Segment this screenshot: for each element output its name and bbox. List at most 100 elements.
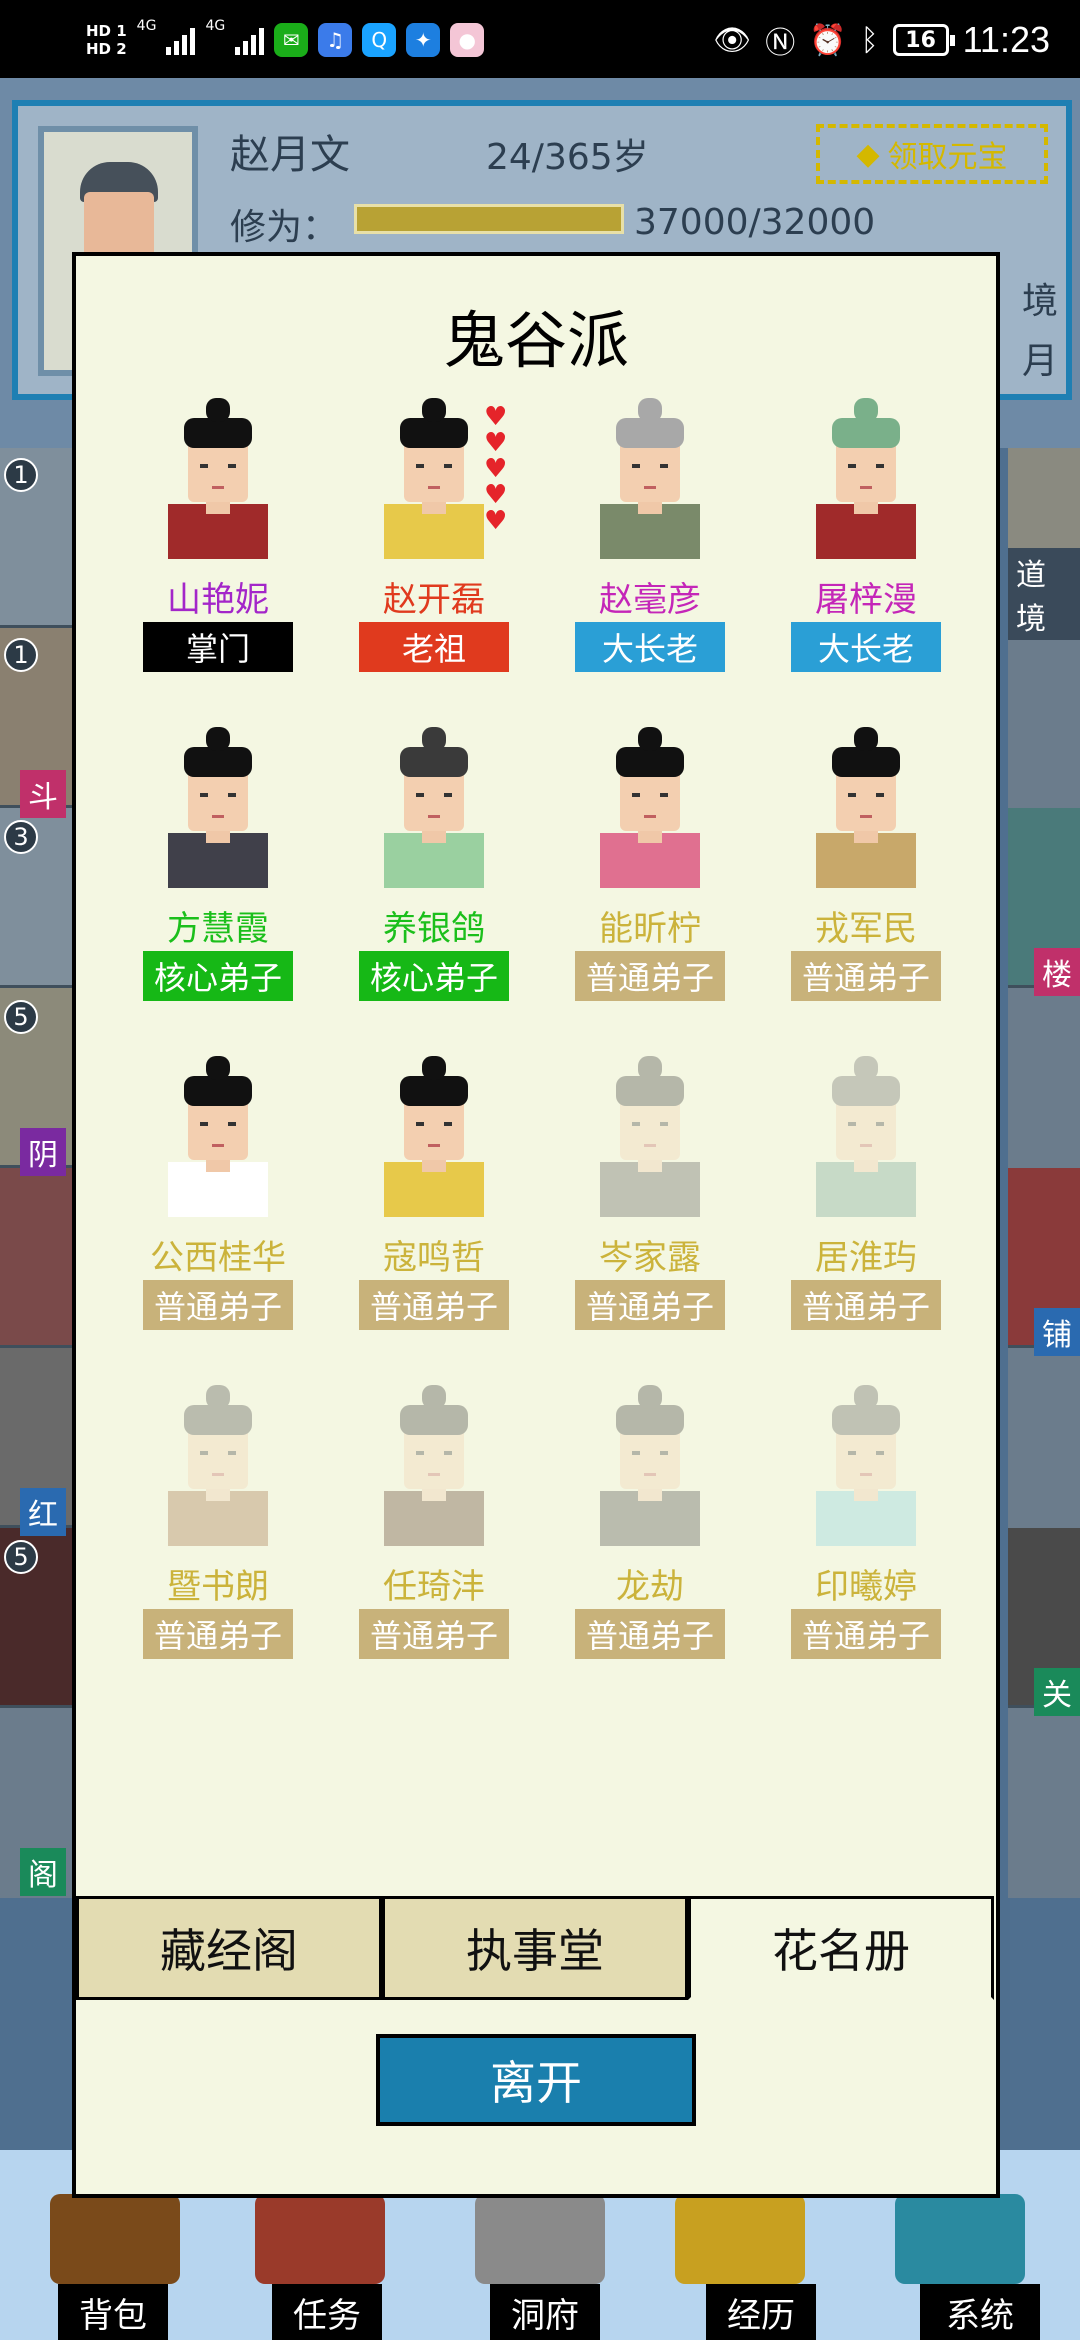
portrait-hair [184, 418, 252, 448]
member-card[interactable]: 赵毫彦 大长老 [560, 394, 740, 694]
portrait-hair [832, 1076, 900, 1106]
portrait-mouth [860, 1144, 872, 1147]
member-portrait [816, 1056, 916, 1217]
member-rank-badge: 大长老 [791, 622, 941, 672]
portrait-eye [200, 1451, 208, 1455]
portrait-eye [416, 1122, 424, 1126]
member-card[interactable]: 居淮玙 普通弟子 [776, 1052, 956, 1352]
portrait-hair [184, 1405, 252, 1435]
dialog-title: 鬼谷派 [442, 304, 629, 377]
portrait-hair [832, 747, 900, 777]
realm-fragment: 境 [1021, 281, 1058, 322]
bg-label: 阁 [20, 1848, 66, 1896]
bg-label: 斗 [20, 770, 66, 818]
member-rank-badge: 掌门 [143, 622, 293, 672]
member-rank-badge: 老祖 [359, 622, 509, 672]
bg-label: 关 [1034, 1668, 1080, 1716]
member-name: 公西桂华 [150, 1238, 286, 1278]
portrait-topknot [422, 398, 446, 422]
portrait-topknot [422, 1385, 446, 1409]
member-card[interactable]: 寇鸣哲 普通弟子 [344, 1052, 524, 1352]
member-card[interactable]: 龙劫 普通弟子 [560, 1381, 740, 1681]
portrait-topknot [638, 727, 662, 751]
member-card[interactable]: 屠梓漫 大长老 [776, 394, 956, 694]
nav-tasks[interactable]: 任务 [272, 2284, 382, 2340]
nav-history[interactable]: 经历 [706, 2284, 816, 2340]
portrait-eye [416, 793, 424, 797]
member-card[interactable]: 印曦婷 普通弟子 [776, 1381, 956, 1681]
portrait-hair [400, 1405, 468, 1435]
backpack-icon [50, 2194, 180, 2284]
eye-icon: 👁 [713, 22, 752, 58]
network-type-2: 4G [205, 18, 226, 34]
leave-button[interactable]: 离开 [376, 2034, 696, 2126]
member-card[interactable]: 任琦沣 普通弟子 [344, 1381, 524, 1681]
portrait-topknot [206, 1385, 230, 1409]
portrait-eye [228, 464, 236, 468]
member-rank-badge: 核心弟子 [359, 951, 509, 1001]
member-rank-badge: 普通弟子 [359, 1280, 509, 1330]
member-portrait [816, 1385, 916, 1546]
member-name: 赵毫彦 [599, 580, 701, 620]
heart-icon: ♥ [484, 480, 508, 510]
portrait-hair [616, 1076, 684, 1106]
tab-roster[interactable]: 花名册 [688, 1896, 994, 2000]
portrait-hair [832, 418, 900, 448]
battery-icon: 16 [892, 24, 955, 56]
portrait-hair [400, 747, 468, 777]
member-portrait [600, 1056, 700, 1217]
portrait-eye [660, 464, 668, 468]
member-portrait [168, 398, 268, 559]
bg-label: 红 [20, 1488, 66, 1536]
member-name: 能昕柠 [599, 909, 701, 949]
member-name: 岑家露 [599, 1238, 701, 1278]
nav-cave[interactable]: 洞府 [490, 2284, 600, 2340]
portrait-mouth [644, 486, 656, 489]
heart-icon: ♥ [484, 402, 508, 432]
portrait-topknot [638, 1056, 662, 1080]
bg-number: 5 [4, 1540, 38, 1574]
bg-number: 5 [4, 1000, 38, 1034]
member-card[interactable]: 能昕柠 普通弟子 [560, 723, 740, 1023]
member-card[interactable]: 戎军民 普通弟子 [776, 723, 956, 1023]
portrait-eye [632, 793, 640, 797]
portrait-hair [400, 418, 468, 448]
member-rank-badge: 普通弟子 [143, 1609, 293, 1659]
member-name: 印曦婷 [815, 1567, 917, 1607]
member-card[interactable]: 公西桂华 普通弟子 [128, 1052, 308, 1352]
music-icon: ♫ [318, 23, 353, 57]
member-name: 方慧霞 [167, 909, 269, 949]
tab-affairs-hall[interactable]: 执事堂 [382, 1896, 688, 2000]
battery-level: 16 [905, 27, 936, 53]
portrait-eye [632, 1451, 640, 1455]
member-card[interactable]: 山艳妮 掌门 [128, 394, 308, 694]
portrait-topknot [854, 1056, 878, 1080]
portrait-mouth [644, 815, 656, 818]
member-card[interactable]: ♥ ♥ ♥ ♥ ♥ 赵开磊 老祖 [344, 394, 524, 694]
member-card[interactable]: 方慧霞 核心弟子 [128, 723, 308, 1023]
assistant-icon: ● [450, 23, 485, 57]
portrait-hair [832, 1405, 900, 1435]
portrait-topknot [854, 1385, 878, 1409]
sect-dialog: 鬼谷派 山艳妮 掌门 ♥ ♥ ♥ ♥ ♥ 赵开磊 老祖 赵毫彦 大长老 屠梓漫 大长老 方慧霞 核心弟子 养银… [72, 252, 1000, 2198]
member-name: 养银鸽 [383, 909, 485, 949]
portrait-eye [848, 1122, 856, 1126]
tab-scripture-pavilion[interactable]: 藏经阁 [76, 1896, 382, 2000]
player-name: 赵月文 [230, 132, 350, 178]
hearts-indicator: ♥ ♥ ♥ ♥ ♥ [484, 402, 514, 536]
member-card[interactable]: 岑家露 普通弟子 [560, 1052, 740, 1352]
nav-backpack[interactable]: 背包 [58, 2284, 168, 2340]
portrait-eye [416, 1451, 424, 1455]
member-rank-badge: 普通弟子 [791, 1280, 941, 1330]
portrait-eye [876, 793, 884, 797]
member-card[interactable]: 暨书朗 普通弟子 [128, 1381, 308, 1681]
member-name: 寇鸣哲 [383, 1238, 485, 1278]
hd-indicators: HD 1 HD 2 [86, 22, 127, 58]
cultivation-label: 修为： [230, 207, 339, 248]
portrait-mouth [212, 1473, 224, 1476]
member-card[interactable]: 养银鸽 核心弟子 [344, 723, 524, 1023]
claim-ingot-button[interactable]: ◆ 领取元宝 [816, 124, 1048, 184]
cave-icon [475, 2194, 605, 2284]
nav-system[interactable]: 系统 [920, 2284, 1040, 2340]
background-right-column: 道境 楼 铺 关 [1008, 448, 1080, 1898]
